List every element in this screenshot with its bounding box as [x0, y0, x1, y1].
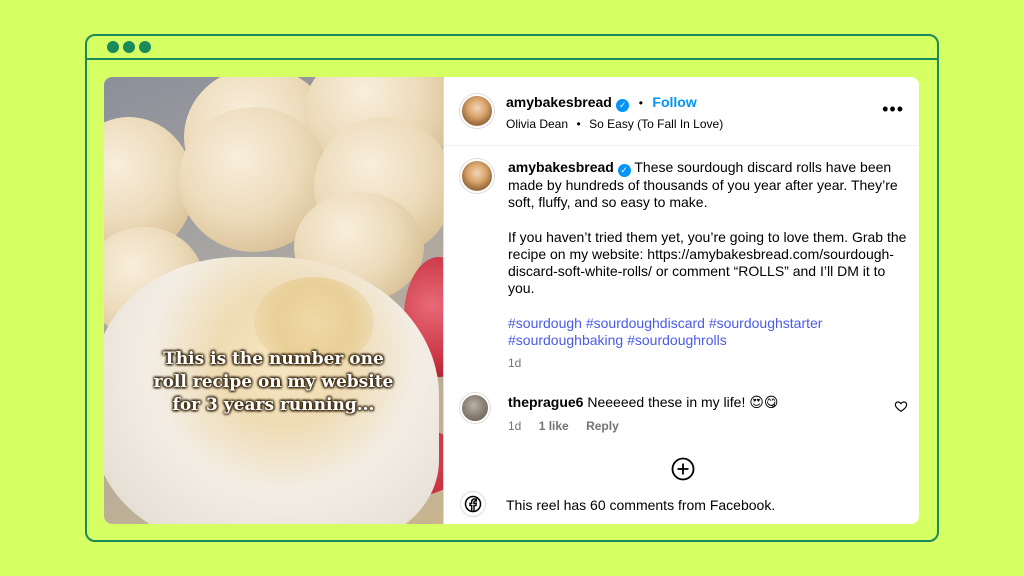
header-title-row: amybakesbread ✓ • Follow — [506, 94, 697, 112]
author-avatar[interactable] — [460, 159, 494, 193]
reel-caption-overlay: This is the number one roll recipe on my… — [124, 348, 423, 417]
comment-time: 1d — [508, 419, 522, 433]
verified-badge-icon: ✓ — [617, 164, 631, 177]
comment-reply-button[interactable]: Reply — [586, 419, 619, 433]
commenter-username[interactable]: theprague6 — [508, 394, 583, 410]
caption-username[interactable]: amybakesbread — [508, 159, 614, 175]
audio-track: So Easy (To Fall In Love) — [589, 117, 724, 131]
comment-text: Neeeeed these in my life! 😍😋 — [587, 394, 779, 410]
window-dot-icon[interactable] — [123, 41, 135, 53]
window-dot-icon[interactable] — [107, 41, 119, 53]
instagram-post-card: This is the number one roll recipe on my… — [104, 77, 919, 524]
audio-row[interactable]: Olivia Dean • So Easy (To Fall In Love) — [506, 115, 723, 133]
caption-time: 1d — [508, 356, 522, 371]
author-avatar[interactable] — [460, 94, 494, 128]
comment-body: theprague6 Neeeeed these in my life! 😍😋 — [508, 394, 778, 411]
heart-icon[interactable] — [894, 399, 908, 413]
window-dot-icon[interactable] — [139, 41, 151, 53]
add-comment-icon[interactable] — [671, 457, 695, 481]
post-header: amybakesbread ✓ • Follow Olivia Dean • S… — [444, 77, 919, 146]
commenter-avatar[interactable] — [460, 393, 490, 423]
separator-dot: • — [638, 96, 643, 110]
audio-artist: Olivia Dean — [506, 117, 569, 131]
verified-badge-icon: ✓ — [616, 99, 630, 112]
caption-paragraph-2: If you haven’t tried them yet, you’re go… — [508, 228, 907, 297]
post-sidebar: amybakesbread ✓ • Follow Olivia Dean • S… — [443, 77, 919, 524]
facebook-comments-text: This reel has 60 comments from Facebook. — [506, 497, 776, 513]
follow-button[interactable]: Follow — [652, 94, 696, 110]
facebook-comments-row[interactable]: This reel has 60 comments from Facebook. — [458, 487, 898, 521]
comment-likes[interactable]: 1 like — [539, 419, 569, 433]
reel-media[interactable]: This is the number one roll recipe on my… — [104, 77, 443, 524]
author-username[interactable]: amybakesbread — [506, 94, 612, 110]
caption-hashtags[interactable]: #sourdough #sourdoughdiscard #sourdoughs… — [508, 315, 908, 350]
caption-paragraph: amybakesbread ✓ These sourdough discard … — [508, 159, 908, 212]
overlay-line: for 3 years running... — [172, 395, 375, 415]
overlay-line: roll recipe on my website — [153, 372, 394, 392]
separator-dot: • — [576, 117, 581, 131]
comment-item: theprague6 Neeeeed these in my life! 😍😋 … — [458, 391, 908, 435]
overlay-line: This is the number one — [163, 349, 384, 369]
caption-body: amybakesbread ✓ These sourdough discard … — [508, 159, 908, 373]
facebook-icon — [460, 491, 486, 517]
browser-titlebar — [87, 36, 937, 60]
comment-meta: 1d 1 like Reply — [508, 419, 619, 433]
more-options-icon[interactable]: ••• — [882, 99, 904, 120]
